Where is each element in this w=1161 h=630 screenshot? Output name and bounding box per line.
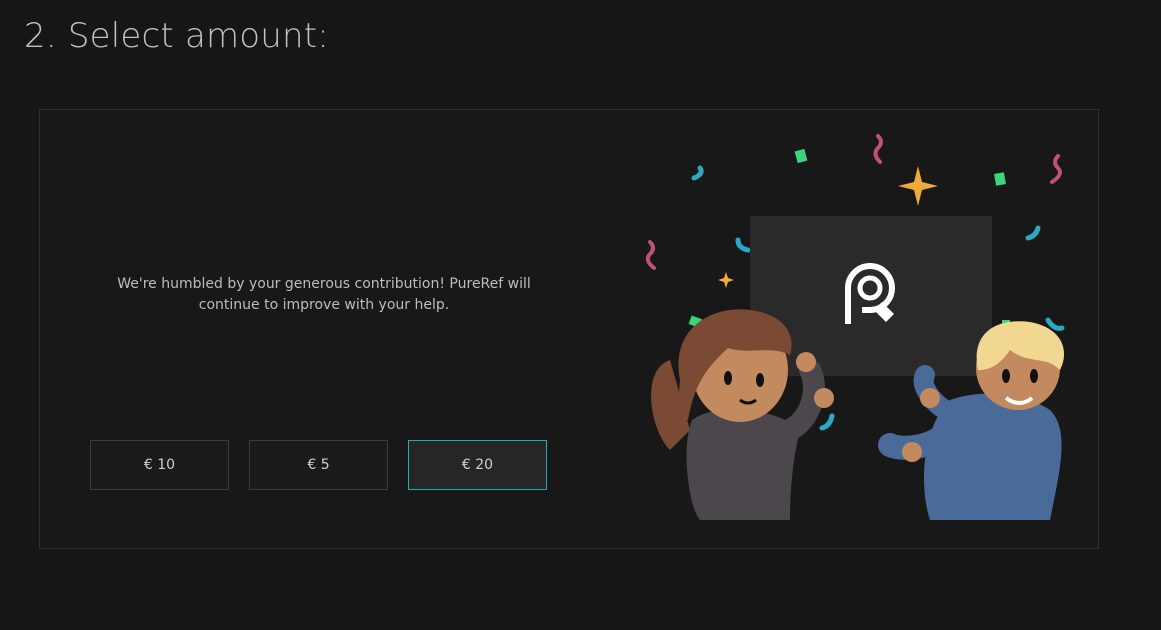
thank-you-message: We're humbled by your generous contribut…	[117, 276, 531, 313]
amount-button-20[interactable]: € 20	[408, 440, 547, 490]
amount-button-5[interactable]: € 5	[249, 440, 388, 490]
amount-button-10[interactable]: € 10	[90, 440, 229, 490]
celebration-illustration	[645, 134, 1065, 520]
page: 2. Select amount: We're humbled by your …	[0, 0, 1161, 630]
page-title: 2. Select amount:	[24, 16, 329, 56]
amount-panel: We're humbled by your generous contribut…	[39, 109, 1099, 549]
